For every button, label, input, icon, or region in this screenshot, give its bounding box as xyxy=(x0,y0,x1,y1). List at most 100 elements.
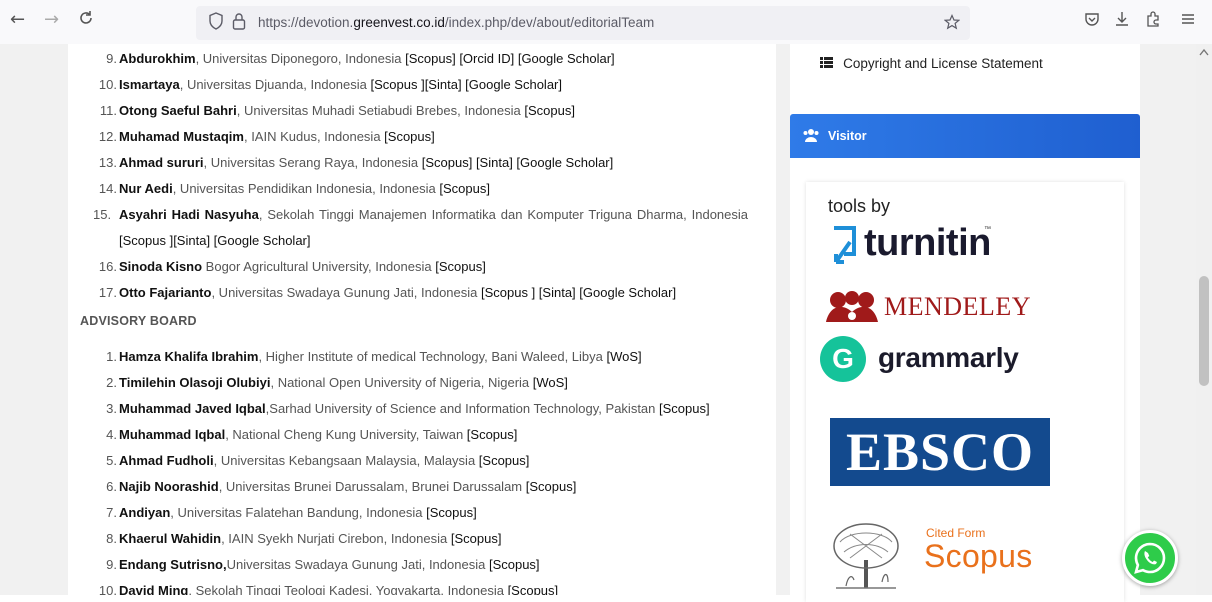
back-icon[interactable]: ← xyxy=(10,10,25,30)
list-item-number: 10. xyxy=(98,583,117,595)
member-name: Abdurokhim xyxy=(119,51,196,66)
scroll-up-icon[interactable] xyxy=(1199,48,1209,59)
menu-icon[interactable] xyxy=(1180,11,1196,31)
list-item-number: 5. xyxy=(106,453,117,468)
list-item: 3. Muhammad Javed Iqbal,Sarhad University… xyxy=(68,396,776,422)
member-affiliation: Bogor Agricultural University, Indonesia xyxy=(202,259,436,274)
list-item: 12. Muhamad Mustaqim, IAIN Kudus, Indones… xyxy=(68,124,776,150)
list-item: 7. Andiyan, Universitas Falatehan Bandung… xyxy=(68,500,776,526)
member-affiliation: , Sekolah Tinggi Teologi Kadesi, Yogyaka… xyxy=(188,583,508,595)
grammarly-text: grammarly xyxy=(878,342,1019,373)
list-item-number: 12. xyxy=(98,129,117,144)
url-text[interactable]: https://devotion.greenvest.co.id/index.p… xyxy=(258,15,654,30)
member-affiliation: , Universitas Pendidikan Indonesia, Indo… xyxy=(172,181,440,196)
ebsco-logo[interactable]: EBSCO xyxy=(830,418,1050,486)
pocket-icon[interactable] xyxy=(1084,11,1100,31)
star-icon[interactable] xyxy=(943,14,961,34)
list-item: 1. Hamza Khalifa Ibrahim, Higher Institut… xyxy=(68,344,776,370)
member-affiliation: , IAIN Syekh Nurjati Cirebon, Indonesia xyxy=(221,531,451,546)
profile-links[interactable]: [Scopus] xyxy=(479,453,530,468)
list-item: 4. Muhammad Iqbal, National Cheng Kung Un… xyxy=(68,422,776,448)
mendeley-mark-icon xyxy=(826,291,878,322)
profile-links[interactable]: [Scopus] xyxy=(524,103,575,118)
profile-links[interactable]: [Scopus ][Sinta] [Google Scholar] xyxy=(371,77,563,92)
list-item-number: 15. xyxy=(93,207,112,222)
profile-links[interactable]: [Scopus] [Sinta] [Google Scholar] xyxy=(422,155,614,170)
list-item-number: 14. xyxy=(98,181,117,196)
list-item-number: 4. xyxy=(106,427,117,442)
member-name: Ahmad sururi xyxy=(119,155,204,170)
browser-toolbar: ← → https://devotion.greenvest.co.id/ind… xyxy=(0,0,1212,44)
list-item-number: 9. xyxy=(106,51,117,66)
editorial-board-list: 9. Abdurokhim, Universitas Diponegoro, In… xyxy=(68,46,776,306)
member-affiliation: , Universitas Serang Raya, Indonesia xyxy=(203,155,422,170)
list-item-number: 13. xyxy=(98,155,117,170)
member-name: David Ming xyxy=(119,583,189,595)
profile-links[interactable]: [Scopus] xyxy=(384,129,435,144)
url-suffix: /index.php/dev/about/editorialTeam xyxy=(444,15,655,30)
member-affiliation: , Universitas Swadaya Gunung Jati, Indon… xyxy=(211,285,481,300)
download-icon[interactable] xyxy=(1114,11,1130,31)
list-item: 10. Ismartaya, Universitas Djuanda, Indon… xyxy=(68,72,776,98)
member-name: Hamza Khalifa Ibrahim xyxy=(119,349,259,364)
list-item: 15. Asyahri Hadi Nasyuha, Sekolah Tinggi … xyxy=(68,202,748,254)
list-icon xyxy=(820,57,837,72)
scopus-logo[interactable]: Cited Form Scopus xyxy=(826,520,1032,590)
member-name: Otong Saeful Bahri xyxy=(119,103,237,118)
whatsapp-icon xyxy=(1134,542,1166,574)
member-affiliation: , National Open University of Nigeria, N… xyxy=(270,375,533,390)
member-name: Muhammad Iqbal xyxy=(119,427,226,442)
page-margin-left xyxy=(0,44,68,595)
elsevier-tree-icon xyxy=(833,523,899,589)
page-margin-right xyxy=(1140,44,1196,595)
member-name: Otto Fajarianto xyxy=(119,285,212,300)
list-item-number: 17. xyxy=(98,285,117,300)
visitor-title: Visitor xyxy=(828,129,867,143)
copyright-link[interactable]: Copyright and License Statement xyxy=(820,56,1043,72)
profile-links[interactable]: [WoS] xyxy=(533,375,568,390)
vertical-scrollbar[interactable] xyxy=(1196,44,1212,595)
list-item-number: 10. xyxy=(98,77,117,92)
turnitin-text: turnitin xyxy=(864,222,991,264)
ebsco-text: EBSCO xyxy=(845,422,1035,482)
reload-icon[interactable] xyxy=(78,10,94,31)
list-item-number: 7. xyxy=(106,505,117,520)
member-affiliation: Universitas Swadaya Gunung Jati, Indones… xyxy=(226,557,489,572)
profile-links[interactable]: [Scopus] xyxy=(508,583,559,595)
lock-icon[interactable] xyxy=(232,12,246,34)
profile-links[interactable]: [Scopus] xyxy=(435,259,486,274)
shield-icon[interactable] xyxy=(208,12,224,34)
extensions-icon[interactable] xyxy=(1145,11,1161,31)
profile-links[interactable]: [Scopus] xyxy=(467,427,518,442)
member-name: Sinoda Kisno xyxy=(119,259,203,274)
list-item: 11. Otong Saeful Bahri, Universitas Muhad… xyxy=(68,98,776,124)
sidebar: Copyright and License Statement Visitor … xyxy=(790,44,1140,602)
url-prefix: https://devotion. xyxy=(258,15,354,30)
tools-card: tools by turnitin ™ MENDELEY G grammarly… xyxy=(806,182,1124,602)
profile-links[interactable]: [Scopus] xyxy=(439,181,490,196)
member-affiliation: ,Sarhad University of Science and Inform… xyxy=(265,401,660,416)
profile-links[interactable]: [Scopus] xyxy=(451,531,502,546)
member-affiliation: , Universitas Brunei Darussalam, Brunei … xyxy=(218,479,526,494)
member-affiliation: , Universitas Falatehan Bandung, Indones… xyxy=(170,505,427,520)
scopus-text: Scopus xyxy=(924,538,1033,574)
member-name: Endang Sutrisno, xyxy=(119,557,227,572)
profile-links[interactable]: [Scopus ] [Sinta] [Google Scholar] xyxy=(481,285,676,300)
member-name: Timilehin Olasoji Olubiyi xyxy=(119,375,271,390)
list-item: 5. Ahmad Fudholi, Universitas Kebangsaan … xyxy=(68,448,776,474)
profile-links[interactable]: [Scopus] xyxy=(659,401,710,416)
list-item-number: 9. xyxy=(106,557,117,572)
profile-links[interactable]: [Scopus] xyxy=(526,479,577,494)
profile-links[interactable]: [Scopus] xyxy=(426,505,477,520)
url-bar[interactable]: https://devotion.greenvest.co.id/index.p… xyxy=(196,6,970,40)
profile-links[interactable]: [WoS] xyxy=(607,349,642,364)
member-name: Najib Noorashid xyxy=(119,479,219,494)
profile-links[interactable]: [Scopus] xyxy=(489,557,540,572)
profile-links[interactable]: [Scopus] [Orcid ID] [Google Scholar] xyxy=(405,51,615,66)
whatsapp-button[interactable] xyxy=(1122,530,1178,586)
forward-icon[interactable]: → xyxy=(44,10,59,30)
profile-links[interactable]: [Scopus ][Sinta] [Google Scholar] xyxy=(119,233,311,248)
member-affiliation: , Universitas Muhadi Setiabudi Brebes, I… xyxy=(236,103,525,118)
scrollbar-thumb[interactable] xyxy=(1199,276,1209,386)
member-affiliation: , Higher Institute of medical Technology… xyxy=(258,349,607,364)
